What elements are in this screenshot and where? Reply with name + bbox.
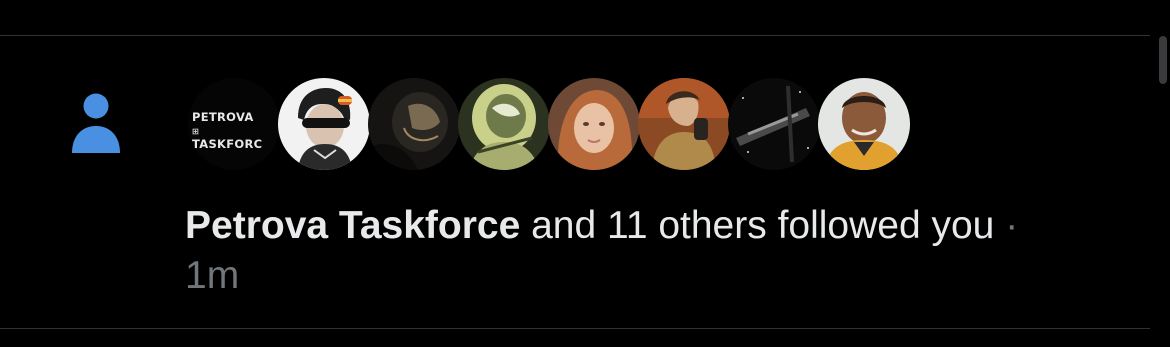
- logo-line1: PETROVA: [192, 110, 254, 124]
- logo-line2: TASKFORC: [192, 137, 263, 151]
- notification-body: and 11 others followed you: [520, 204, 995, 247]
- avatar-follower-3[interactable]: [368, 78, 460, 170]
- avatar-follower-2[interactable]: [278, 78, 370, 170]
- person-icon: [70, 92, 122, 154]
- avatar-follower-8[interactable]: [818, 78, 910, 170]
- timestamp: 1m: [185, 254, 240, 297]
- avatar-follower-4[interactable]: [458, 78, 550, 170]
- logo-text: PETROVA ⊞ TASKFORC: [192, 111, 262, 151]
- logo-mark: ⊞: [192, 127, 200, 136]
- divider: [0, 328, 1150, 329]
- notification-text: Petrova Taskforce and 11 others followed…: [185, 201, 1135, 301]
- follow-notification[interactable]: PETROVA ⊞ TASKFORC Petrova Taskforce and…: [0, 36, 1150, 328]
- avatar-follower-6[interactable]: [638, 78, 730, 170]
- avatar-follower-7[interactable]: [728, 78, 820, 170]
- avatar-follower-5[interactable]: [548, 78, 640, 170]
- avatar-petrova-taskforce[interactable]: PETROVA ⊞ TASKFORC: [188, 78, 280, 170]
- actor-name[interactable]: Petrova Taskforce: [185, 204, 520, 247]
- separator-dot: ·: [994, 204, 1019, 247]
- avatar-row: PETROVA ⊞ TASKFORC: [188, 77, 910, 171]
- notifications-screen: PETROVA ⊞ TASKFORC Petrova Taskforce and…: [0, 0, 1170, 347]
- scrollbar[interactable]: [1159, 36, 1167, 84]
